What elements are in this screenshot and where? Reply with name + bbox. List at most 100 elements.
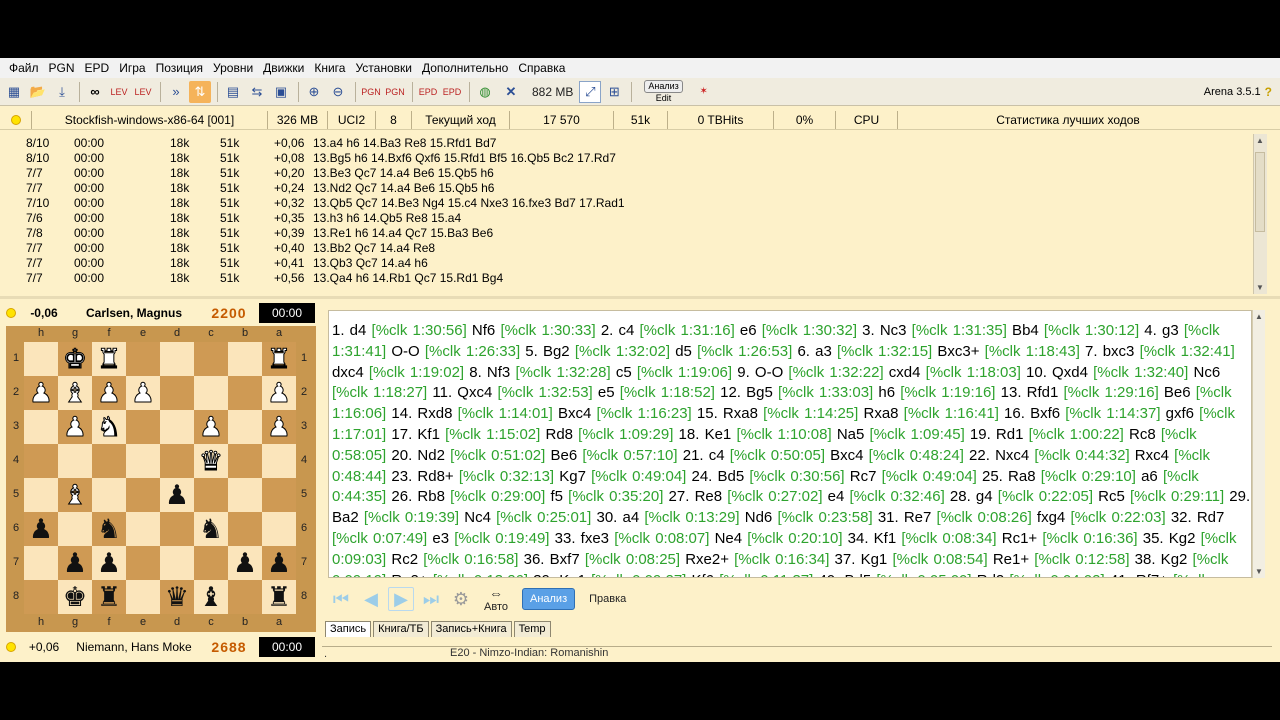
move-text[interactable]: 15. Rxa8 (692, 405, 763, 422)
board-square[interactable]: ♚ (58, 580, 92, 614)
move-text[interactable]: Bxc3+ (932, 343, 984, 360)
board-square[interactable] (24, 410, 58, 444)
move-text[interactable]: 8. Nf3 (464, 364, 515, 381)
board-square[interactable] (228, 342, 262, 376)
move-text[interactable]: Rxa8 (858, 405, 903, 422)
board-image-icon[interactable]: ▣ (270, 81, 292, 103)
pv-row[interactable]: 7/7 00:00 18k 51k +0,40 13.Bb2 Qc7 14.a4 Re8 (0, 241, 1250, 256)
menu-item-8[interactable]: Установки (350, 61, 416, 75)
scroll-up-icon[interactable]: ▲ (1255, 312, 1263, 321)
lev-minus-icon[interactable]: LEV (132, 81, 154, 103)
black-pawn-icon[interactable]: ♟ (29, 515, 53, 543)
globe-icon[interactable]: ◍ (474, 81, 496, 103)
move-text[interactable]: 23. Rd8+ (386, 468, 459, 485)
move-text[interactable]: 1. d4 (332, 322, 372, 339)
zoom-in-icon[interactable]: ⊕ (303, 81, 325, 103)
board-square[interactable] (126, 410, 160, 444)
move-text[interactable]: 4. g3 (1139, 322, 1184, 339)
board-square[interactable]: ♞ (194, 512, 228, 546)
board-square[interactable]: ♝ (58, 376, 92, 410)
white-pawn-icon[interactable]: ♟ (266, 379, 291, 407)
board-setup-icon[interactable]: ▤ (222, 81, 244, 103)
move-text[interactable]: Re1+ (988, 551, 1035, 568)
scroll-down-icon[interactable]: ▼ (1256, 283, 1264, 292)
white-rook-icon[interactable]: ♜ (96, 345, 121, 373)
move-text[interactable]: c5 (611, 364, 637, 381)
board-square[interactable] (24, 444, 58, 478)
move-text[interactable]: Rxe2+ (680, 551, 734, 568)
black-knight-icon[interactable]: ♞ (97, 515, 121, 543)
move-text[interactable]: e4 (822, 488, 849, 505)
board-square[interactable]: ♜ (262, 342, 296, 376)
board-square[interactable] (126, 546, 160, 580)
board-square[interactable] (228, 512, 262, 546)
black-rook-icon[interactable]: ♜ (267, 583, 291, 611)
board-square[interactable]: ♝ (58, 478, 92, 512)
white-rook-icon[interactable]: ♜ (266, 345, 291, 373)
tab-1[interactable]: Книга/ТБ (373, 621, 429, 637)
board-square[interactable]: ♛ (160, 580, 194, 614)
new-board-icon[interactable]: ▦ (3, 81, 25, 103)
move-text[interactable]: a6 (1136, 468, 1163, 485)
board-square[interactable]: ♟ (262, 410, 296, 444)
move-text[interactable]: 14. Rxd8 (386, 405, 457, 422)
move-text[interactable]: 33. fxe3 (549, 530, 614, 547)
move-text[interactable]: Rd2 (972, 572, 1010, 577)
move-text[interactable]: Be6 (1159, 384, 1196, 401)
pv-row[interactable]: 7/6 00:00 18k 51k +0,35 13.h3 h6 14.Qb5 Re8 1… (0, 211, 1250, 226)
tile-icon[interactable]: ⊞ (603, 81, 625, 103)
move-text[interactable]: e6 (735, 322, 762, 339)
gear-icon[interactable]: ⚙ (448, 587, 474, 611)
white-pawn-icon[interactable]: ♟ (28, 379, 53, 407)
move-text[interactable]: 21. c4 (678, 447, 730, 464)
board-square[interactable]: ♚ (58, 342, 92, 376)
board-square[interactable] (92, 478, 126, 512)
move-text[interactable]: e3 (427, 530, 454, 547)
move-text[interactable]: Kf6 (686, 572, 719, 577)
infinite-icon[interactable]: ∞ (84, 81, 106, 103)
move-text[interactable]: 2. c4 (596, 322, 640, 339)
analysis-edit[interactable]: Анализ Edit (644, 80, 683, 103)
white-pawn-icon[interactable]: ♟ (198, 413, 223, 441)
move-text[interactable]: Nc6 (1188, 364, 1220, 381)
black-knight-icon[interactable]: ♞ (199, 515, 223, 543)
game-notation[interactable]: 1. d4 [%clk 1:30:56] Nf6 [%clk 1:30:33] … (328, 310, 1252, 578)
move-text[interactable]: Rc1+ (997, 530, 1043, 547)
move-text[interactable]: 28. g4 (945, 488, 998, 505)
board-square[interactable] (228, 478, 262, 512)
board-square[interactable]: ♟ (126, 376, 160, 410)
white-pawn-icon[interactable]: ♟ (96, 379, 121, 407)
save-icon[interactable]: ⤓ (51, 81, 73, 103)
menu-item-0[interactable]: Файл (4, 61, 44, 75)
pv-row[interactable]: 7/7 00:00 18k 51k +0,56 13.Qa4 h6 14.Rb1 Qc7 … (0, 271, 1250, 286)
pv-row[interactable]: 7/7 00:00 18k 51k +0,41 13.Qb3 Qc7 14.a4 h6 (0, 256, 1250, 271)
scroll-up-icon[interactable]: ▲ (1256, 136, 1264, 145)
board-square[interactable] (58, 512, 92, 546)
board-square[interactable] (228, 410, 262, 444)
move-text[interactable]: 6. a3 (792, 343, 837, 360)
move-text[interactable]: 11. Qxc4 (427, 384, 497, 401)
move-text[interactable]: Rc5 (1093, 488, 1130, 505)
move-text[interactable]: 7. bxc3 (1080, 343, 1140, 360)
arena-logo-icon[interactable]: ✶ (691, 81, 717, 103)
move-text[interactable]: 39. Kg1 (528, 572, 591, 577)
scroll-down-icon[interactable]: ▼ (1255, 567, 1263, 576)
board-square[interactable]: ♟ (194, 410, 228, 444)
board-square[interactable] (126, 342, 160, 376)
splitter[interactable] (0, 296, 1280, 299)
board-square[interactable] (228, 580, 262, 614)
move-text[interactable]: 30. a4 (591, 509, 644, 526)
pgn-remove-icon[interactable]: PGN (384, 81, 406, 103)
zoom-out-icon[interactable]: ⊖ (327, 81, 349, 103)
pv-row[interactable]: 8/10 00:00 18k 51k +0,08 13.Bg5 h6 14.Bxf6 Qx… (0, 151, 1250, 166)
menu-item-1[interactable]: PGN (44, 61, 80, 75)
move-text[interactable]: 38. Kg2 (1130, 551, 1193, 568)
pgn-add-icon[interactable]: PGN (360, 81, 382, 103)
board-square[interactable]: ♟ (228, 546, 262, 580)
fics-icon[interactable]: ✕ (498, 81, 524, 103)
analysis-toolbar-button[interactable]: Анализ (644, 80, 683, 93)
board-square[interactable] (160, 342, 194, 376)
black-king-icon[interactable]: ♚ (63, 583, 87, 611)
board-square[interactable]: ♟ (58, 546, 92, 580)
move-text[interactable]: 9. O-O (732, 364, 788, 381)
